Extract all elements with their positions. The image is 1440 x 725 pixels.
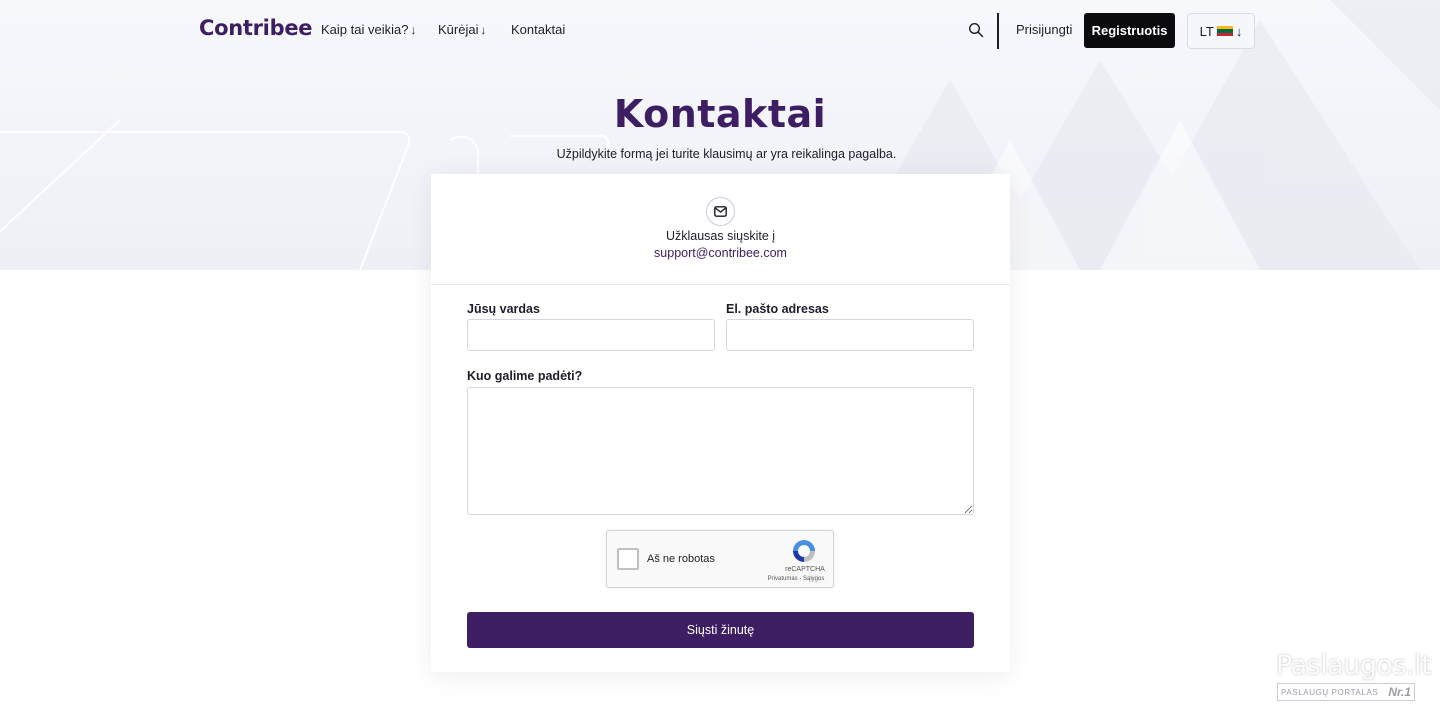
page-subtitle: Užpildykite formą jei turite klausimų ar…	[556, 147, 897, 161]
recaptcha-terms-link[interactable]: Privatumas - Sąlygos	[763, 576, 829, 582]
email-label: El. pašto adresas	[726, 302, 829, 316]
login-link[interactable]: Prisijungti	[1016, 22, 1072, 37]
watermark-badge: PASLAUGŲ PORTALAS Nr.1	[1277, 683, 1415, 701]
support-email-link[interactable]: support@contribee.com	[431, 246, 1010, 260]
contribee-logo[interactable]: Contribee	[199, 16, 313, 40]
card-divider	[431, 284, 1010, 285]
mail-icon	[714, 206, 727, 217]
message-label: Kuo galime padėti?	[467, 369, 583, 383]
watermark-number: Nr.1	[1388, 685, 1411, 699]
contact-form-card: Užklausas siųskite į support@contribee.c…	[431, 174, 1010, 672]
nav-contacts[interactable]: Kontaktai	[511, 22, 565, 37]
nav-how-it-works[interactable]: Kaip tai veikia? ↓	[321, 22, 416, 37]
recaptcha-widget: Aš ne robotas reCAPTCHA Privatumas - Sąl…	[606, 530, 834, 588]
language-selector[interactable]: LT ↓	[1187, 13, 1255, 49]
nav-creators-label: Kūrėjai	[438, 22, 479, 37]
inquiry-text: Užklausas siųskite į	[665, 229, 776, 243]
mail-icon-badge	[706, 197, 735, 226]
recaptcha-label: Aš ne robotas	[647, 553, 715, 565]
arrow-down-icon: ↓	[1235, 23, 1243, 39]
name-label: Jūsų vardas	[467, 302, 540, 316]
header-divider	[997, 13, 999, 49]
watermark-title: Paslaugos.lt	[1276, 650, 1432, 681]
lithuania-flag-icon	[1216, 26, 1233, 36]
recaptcha-brand: reCAPTCHA	[785, 566, 825, 573]
recaptcha-logo-icon	[793, 540, 815, 562]
send-message-button[interactable]: Siųsti žinutę	[467, 612, 974, 648]
page-title: Kontaktai	[613, 92, 827, 136]
message-textarea[interactable]	[467, 387, 974, 515]
name-input[interactable]	[467, 319, 715, 351]
nav-creators[interactable]: Kūrėjai ↓	[438, 22, 486, 37]
search-icon[interactable]	[968, 22, 984, 38]
register-button[interactable]: Registruotis	[1084, 13, 1175, 48]
nav-how-it-works-label: Kaip tai veikia?	[321, 22, 409, 37]
email-input[interactable]	[726, 319, 974, 351]
language-code: LT	[1199, 23, 1214, 39]
arrow-down-icon: ↓	[410, 23, 417, 37]
site-header: Contribee Kaip tai veikia? ↓ Kūrėjai ↓ Kon…	[0, 0, 1440, 62]
recaptcha-checkbox[interactable]	[617, 548, 639, 570]
arrow-down-icon: ↓	[480, 23, 487, 37]
watermark-subtitle: PASLAUGŲ PORTALAS	[1281, 687, 1379, 697]
